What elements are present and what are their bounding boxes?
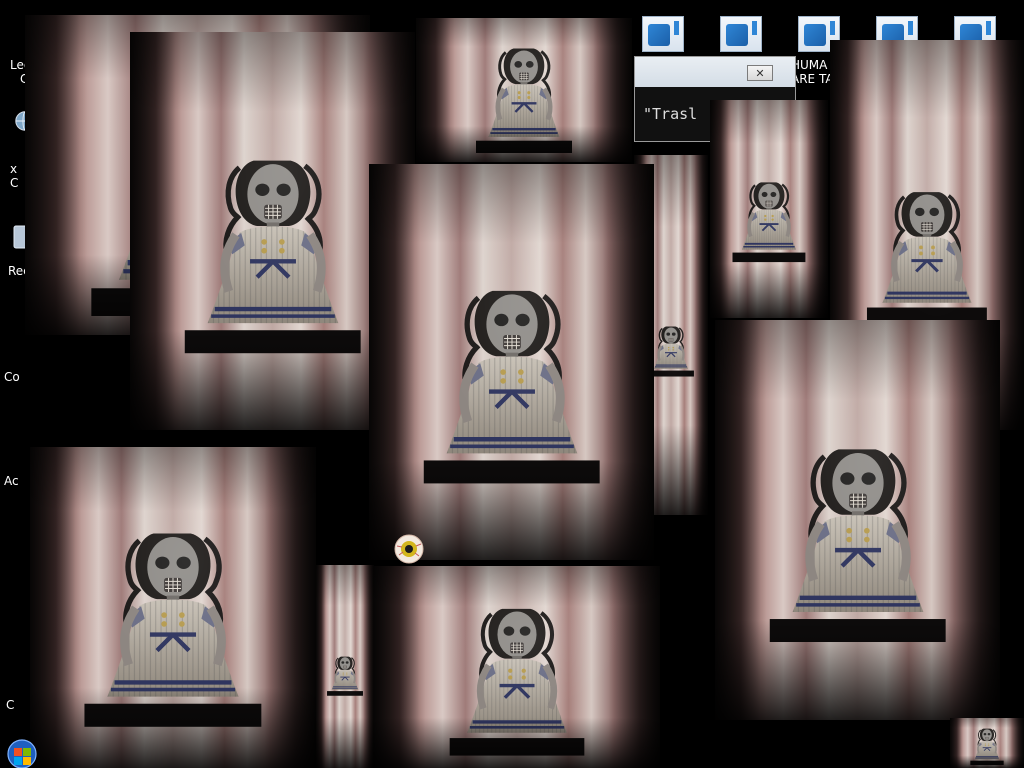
image-shade [316,565,374,768]
desktop-file-label-line2: ARE TA [791,72,834,86]
doll-window-11[interactable] [374,566,660,768]
desktop-file-icon-1[interactable] [640,14,686,54]
desktop-icon-label: C [6,698,15,712]
dialog-close-button[interactable]: ✕ [747,65,773,81]
desktop: Lee C x C Rec Co Ac C [0,0,1024,768]
image-shade [950,718,1024,768]
doll-window-7[interactable] [715,320,1000,720]
desktop-icon-c[interactable]: C [6,698,14,712]
eyeball-icon[interactable] [394,534,424,564]
doll-window-5[interactable] [710,100,828,318]
desktop-file-label-line1: HUMA [791,58,828,72]
document-icon [642,16,684,52]
desktop-icon-x[interactable]: x C [10,111,35,190]
doll-window-9[interactable] [30,447,316,768]
desktop-icon-ac[interactable]: Ac [4,474,19,488]
dialog-titlebar[interactable]: ✕ [635,57,795,87]
image-shade [369,164,654,560]
image-shade [374,566,660,768]
document-icon [720,16,762,52]
desktop-file-icon-2[interactable] [718,14,764,54]
desktop-icon-label: Co [4,370,20,384]
desktop-icon-co[interactable]: Co [4,370,20,384]
doll-window-8[interactable] [369,164,654,560]
image-shade [30,447,316,768]
desktop-icon-label: Ac [4,474,19,488]
desktop-icon-label: C [10,176,19,190]
doll-window-3[interactable] [416,18,632,162]
doll-window-12[interactable] [950,718,1024,768]
windows-start-orb-icon[interactable] [4,730,38,768]
doll-window-10[interactable] [316,565,374,768]
image-shade [710,100,828,318]
desktop-file-label: HUMA ARE TA [791,58,834,86]
image-shade [715,320,1000,720]
image-shade [416,18,632,162]
